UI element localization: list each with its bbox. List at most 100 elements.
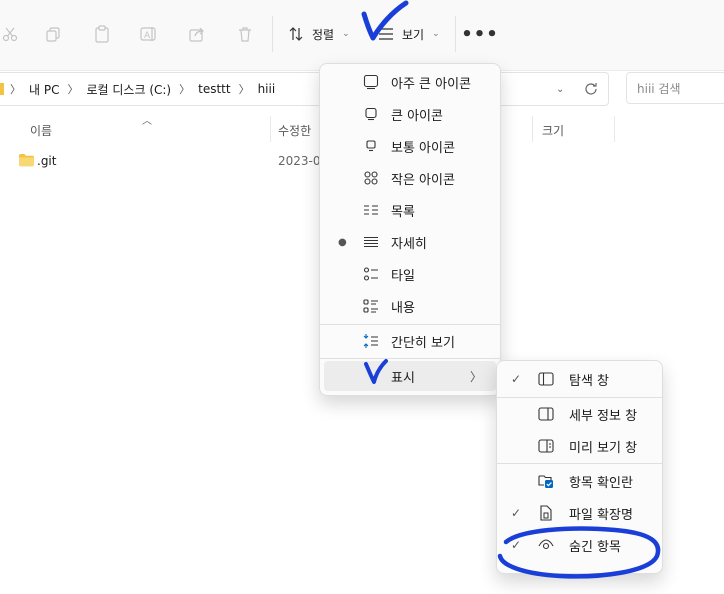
checkmark-icon: ✓ xyxy=(511,538,522,552)
chevron-right-icon[interactable]: 〉 xyxy=(67,81,78,97)
menu-item-content[interactable]: 내용 xyxy=(324,291,496,321)
search-input[interactable]: hiii 검색 xyxy=(626,72,724,104)
submenu-item-label: 파일 확장명 xyxy=(569,507,633,523)
breadcrumb-item[interactable]: 로컬 디스크 (C:) xyxy=(86,81,171,98)
sort-label: 정렬 xyxy=(312,27,335,42)
tiles-icon xyxy=(362,265,380,283)
sort-button[interactable]: 정렬 ⌄ xyxy=(288,18,350,50)
file-name: .git xyxy=(37,154,57,168)
toolbar-divider xyxy=(272,16,273,52)
menu-item-small-icons[interactable]: 작은 아이콘 xyxy=(324,163,496,193)
menu-item-label: 목록 xyxy=(391,204,415,220)
chevron-down-icon[interactable]: ⌄ xyxy=(556,73,564,105)
view-icon xyxy=(379,28,393,40)
address-bar[interactable]: 〉 내 PC 〉 로컬 디스크 (C:) 〉 testtt 〉 hiii ⌄ xyxy=(0,72,609,106)
file-extension-icon xyxy=(537,504,555,522)
submenu-item-file-extension[interactable]: ✓ 파일 확장명 xyxy=(501,498,658,528)
item-checkbox-icon xyxy=(537,472,555,490)
chevron-right-icon: 〉 xyxy=(10,83,21,96)
extra-large-icons-icon xyxy=(362,73,380,91)
chevron-down-icon: ⌄ xyxy=(432,29,440,39)
folder-icon xyxy=(0,83,4,95)
details-icon xyxy=(362,233,380,251)
chevron-down-icon: ⌄ xyxy=(342,29,350,39)
cut-icon[interactable] xyxy=(0,18,26,50)
breadcrumb: 〉 내 PC 〉 로컬 디스크 (C:) 〉 testtt 〉 hiii xyxy=(0,73,275,105)
submenu-item-item-checkbox[interactable]: 항목 확인란 xyxy=(501,466,658,496)
menu-item-compact-view[interactable]: 간단히 보기 xyxy=(324,326,496,356)
folder-icon xyxy=(19,154,34,167)
submenu-item-navigation-pane[interactable]: ✓ 탐색 창 xyxy=(501,364,658,394)
compact-view-icon xyxy=(362,332,380,350)
menu-item-label: 큰 아이콘 xyxy=(391,108,443,124)
checkmark-icon: ✓ xyxy=(511,372,522,386)
content-icon xyxy=(362,297,380,315)
menu-item-details[interactable]: ● 자세히 xyxy=(324,227,496,257)
toolbar-divider xyxy=(455,16,456,52)
column-header-name[interactable]: 이름 xyxy=(30,118,52,142)
list-icon xyxy=(362,201,380,219)
breadcrumb-item[interactable]: testtt xyxy=(198,82,230,96)
menu-divider xyxy=(320,358,500,359)
menu-item-tiles[interactable]: 타일 xyxy=(324,259,496,289)
submenu-item-label: 세부 정보 창 xyxy=(569,408,638,424)
delete-icon[interactable] xyxy=(229,18,261,50)
paste-icon[interactable] xyxy=(86,18,118,50)
chevron-right-icon[interactable]: 〉 xyxy=(179,81,190,97)
column-divider[interactable] xyxy=(614,116,615,142)
submenu-item-label: 항목 확인란 xyxy=(569,475,633,491)
command-bar: A 정렬 ⌄ 보기 ⌄ ••• xyxy=(0,0,724,71)
selected-bullet-icon: ● xyxy=(338,236,347,248)
submenu-item-preview-pane[interactable]: 미리 보기 창 xyxy=(501,431,658,461)
hidden-items-icon xyxy=(537,536,555,554)
menu-divider xyxy=(497,463,662,464)
view-label: 보기 xyxy=(402,27,425,42)
file-modified: 2023-0 xyxy=(278,154,321,168)
copy-icon[interactable] xyxy=(37,18,69,50)
menu-divider xyxy=(320,324,500,325)
rename-icon[interactable]: A xyxy=(133,18,165,50)
column-header-modified[interactable]: 수정한 xyxy=(278,118,311,142)
show-submenu: ✓ 탐색 창 세부 정보 창 미리 보기 창 항목 확인란 ✓ 파일 확장명 ✓… xyxy=(496,360,663,574)
menu-item-large-icons[interactable]: 큰 아이콘 xyxy=(324,99,496,129)
breadcrumb-item[interactable]: 내 PC xyxy=(29,81,59,98)
menu-item-show[interactable]: 표시 〉 xyxy=(324,361,496,391)
menu-item-label: 표시 xyxy=(391,370,415,386)
menu-item-label: 내용 xyxy=(391,300,415,316)
menu-item-label: 보통 아이콘 xyxy=(391,140,455,156)
small-icons-icon xyxy=(362,169,380,187)
menu-item-label: 자세히 xyxy=(391,236,427,252)
checkmark-icon: ✓ xyxy=(511,506,522,520)
submenu-item-label: 미리 보기 창 xyxy=(569,440,638,456)
column-header-size[interactable]: 크기 xyxy=(542,118,564,142)
menu-item-label: 작은 아이콘 xyxy=(391,172,455,188)
submenu-item-label: 숨긴 항목 xyxy=(569,539,621,555)
more-options-button[interactable]: ••• xyxy=(461,18,498,50)
view-menu: 아주 큰 아이콘 큰 아이콘 보통 아이콘 작은 아이콘 목록 ● 자세히 타일… xyxy=(319,63,501,396)
details-pane-icon xyxy=(537,405,555,423)
chevron-right-icon[interactable]: 〉 xyxy=(239,81,250,97)
sort-icon xyxy=(289,27,303,41)
share-icon[interactable] xyxy=(181,18,213,50)
medium-icons-icon xyxy=(362,137,380,155)
sort-ascending-icon: ︿ xyxy=(142,116,152,127)
navigation-pane-icon xyxy=(537,370,555,388)
menu-item-label: 간단히 보기 xyxy=(391,335,455,351)
submenu-item-hidden-items[interactable]: ✓ 숨긴 항목 xyxy=(501,530,658,560)
menu-item-label: 아주 큰 아이콘 xyxy=(391,76,472,92)
menu-divider xyxy=(497,397,662,398)
column-divider[interactable] xyxy=(270,116,271,142)
refresh-icon[interactable] xyxy=(584,73,598,105)
preview-pane-icon xyxy=(537,437,555,455)
submenu-item-details-pane[interactable]: 세부 정보 창 xyxy=(501,399,658,429)
breadcrumb-item[interactable]: hiii xyxy=(258,82,276,96)
menu-item-extra-large-icons[interactable]: 아주 큰 아이콘 xyxy=(324,67,496,97)
menu-item-list[interactable]: 목록 xyxy=(324,195,496,225)
menu-item-label: 타일 xyxy=(391,268,415,284)
view-button[interactable]: 보기 ⌄ xyxy=(378,18,440,50)
svg-text:A: A xyxy=(144,31,151,41)
menu-item-medium-icons[interactable]: 보통 아이콘 xyxy=(324,131,496,161)
submenu-item-label: 탐색 창 xyxy=(569,373,610,389)
chevron-right-icon: 〉 xyxy=(469,369,482,384)
column-divider[interactable] xyxy=(532,116,533,142)
